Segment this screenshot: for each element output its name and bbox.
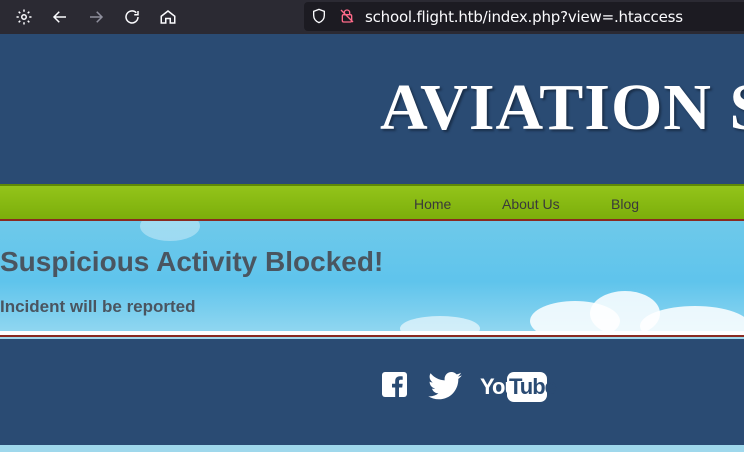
cloud-shape (140, 221, 200, 241)
youtube-icon[interactable]: You Tube (480, 372, 557, 402)
facebook-icon[interactable] (382, 372, 407, 397)
forward-button[interactable] (84, 5, 108, 29)
home-icon (160, 10, 176, 24)
bottom-strip (0, 445, 744, 452)
main-nav: Home About Us Blog (0, 184, 744, 221)
back-button[interactable] (48, 5, 72, 29)
youtube-tube-text: Tube (509, 374, 557, 399)
page-subheading: Incident will be reported (0, 297, 196, 316)
browser-toolbar: school.flight.htb/index.php?view=.htacce… (0, 0, 744, 34)
page-heading: Suspicious Activity Blocked! (0, 246, 384, 277)
section-divider (0, 331, 744, 337)
site-footer: You Tube (0, 339, 744, 445)
cloud-shape (400, 316, 480, 331)
nav-blog[interactable]: Blog (611, 196, 639, 212)
shield-icon[interactable] (311, 8, 327, 24)
site-logo[interactable]: AVIATION S (380, 70, 744, 146)
reload-icon (125, 10, 139, 24)
arrow-left-icon (52, 11, 66, 23)
twitter-icon[interactable] (426, 372, 464, 400)
gear-icon[interactable] (12, 5, 36, 29)
nav-home[interactable]: Home (414, 196, 451, 212)
insecure-lock-icon[interactable] (339, 8, 355, 24)
url-bar[interactable]: school.flight.htb/index.php?view=.htacce… (304, 2, 744, 31)
home-button[interactable] (156, 5, 180, 29)
content-banner: Suspicious Activity Blocked! Incident wi… (0, 221, 744, 331)
nav-about-us[interactable]: About Us (502, 196, 560, 212)
web-page: AVIATION S Home About Us Blog Suspicious… (0, 34, 744, 452)
url-text[interactable]: school.flight.htb/index.php?view=.htacce… (365, 8, 683, 26)
site-header: AVIATION S (0, 34, 744, 184)
arrow-right-icon (90, 11, 104, 23)
reload-button[interactable] (120, 5, 144, 29)
